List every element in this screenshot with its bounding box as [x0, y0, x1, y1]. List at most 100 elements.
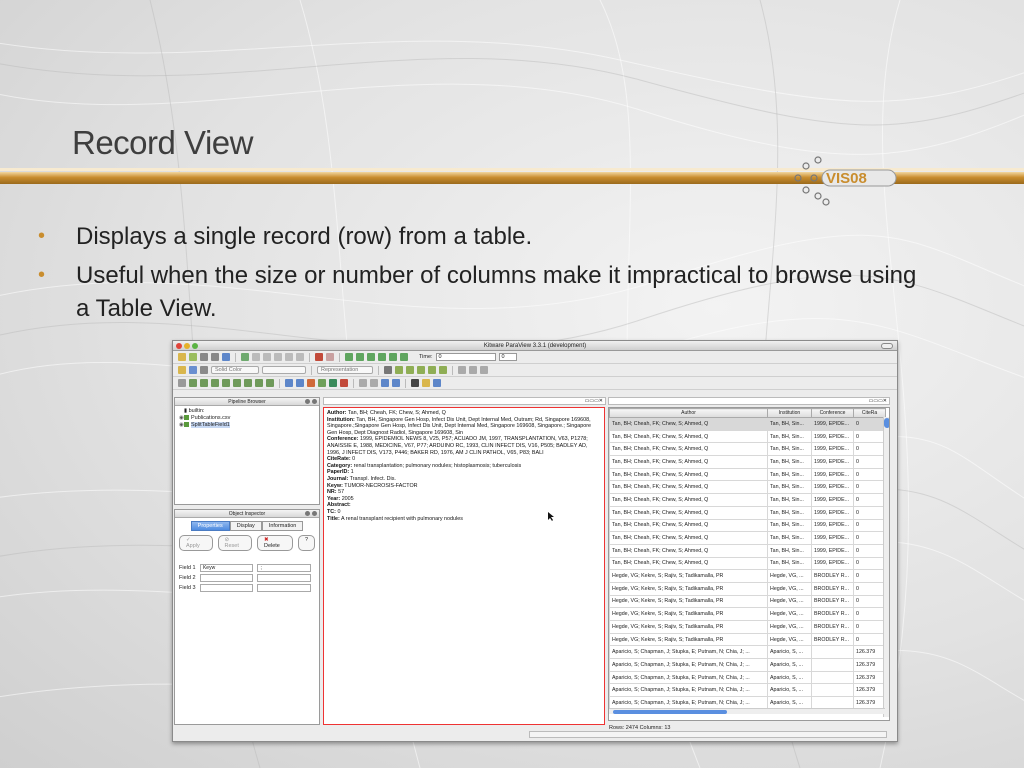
view-plus-z-icon[interactable]	[439, 366, 447, 374]
glyph-filter-icon[interactable]	[244, 379, 252, 387]
view-plus-y-icon[interactable]	[417, 366, 425, 374]
table-row[interactable]: Aparicio, S; Chapman, J; Stupka, E; Putn…	[609, 670, 886, 685]
table-row[interactable]: Tan, BH; Cheah, FK; Chew, S; Ahmed, Q Tan…	[609, 455, 886, 469]
representation-select[interactable]: Representation	[317, 366, 373, 374]
field-2-delimiter-input[interactable]	[257, 574, 312, 582]
next-frame-icon[interactable]	[378, 353, 386, 361]
field-2-name-input[interactable]	[199, 574, 254, 582]
load-state-icon[interactable]	[211, 353, 219, 361]
scroll-thumb[interactable]	[884, 418, 889, 428]
field-1-name-input[interactable]: Keyw	[199, 564, 254, 572]
table-row[interactable]: Tan, BH; Cheah, FK; Chew, S; Ahmed, Q Tan…	[609, 531, 886, 545]
table-view[interactable]: Author Institution Conference CiteRa Tan…	[608, 407, 890, 721]
pick-center-icon[interactable]	[296, 353, 304, 361]
group-datasets-icon[interactable]	[285, 379, 293, 387]
show-center-icon[interactable]	[469, 366, 477, 374]
close-pane-button[interactable]	[312, 511, 317, 516]
delete-button[interactable]: ✖ Delete	[256, 535, 293, 551]
bar-chart-view-icon[interactable]	[307, 379, 315, 387]
table-row[interactable]: Tan, BH; Cheah, FK; Chew, S; Ahmed, Q Tan…	[609, 467, 886, 482]
extract-subset-icon[interactable]	[233, 379, 241, 387]
play-icon[interactable]	[367, 353, 375, 361]
help-icon[interactable]	[222, 353, 230, 361]
view-minus-x-icon[interactable]	[406, 366, 414, 374]
help-button[interactable]: ?	[297, 535, 315, 551]
scroll-thumb[interactable]	[613, 710, 727, 714]
table-row[interactable]: Tan, BH; Cheah, FK; Chew, S; Ahmed, Q Tan…	[609, 493, 886, 507]
window-horizontal-scrollbar[interactable]	[529, 731, 887, 738]
table-row[interactable]: Tan, BH; Cheah, FK; Chew, S; Ahmed, Q Tan…	[609, 480, 886, 495]
rotate-center-icon[interactable]	[480, 366, 488, 374]
table-view-icon[interactable]	[340, 379, 348, 387]
apply-button[interactable]: ✓ Apply	[179, 535, 213, 551]
reset-camera-icon[interactable]	[384, 366, 392, 374]
table-row[interactable]: Aparicio, S; Chapman, J; Stupka, E; Putn…	[609, 645, 886, 660]
first-frame-icon[interactable]	[345, 353, 353, 361]
toolbar-toggle-button[interactable]	[881, 343, 893, 349]
extract-level-icon[interactable]	[296, 379, 304, 387]
previous-frame-icon[interactable]	[356, 353, 364, 361]
pipeline-item-builtin[interactable]: ▮ builtin:	[175, 408, 319, 415]
line-chart-view-icon[interactable]	[318, 379, 326, 387]
record-view[interactable]: Author: Tan, BH; Cheah, FK; Chew, S; Ahm…	[323, 407, 605, 725]
record-view-icon[interactable]	[433, 379, 441, 387]
table-row[interactable]: Tan, BH; Cheah, FK; Chew, S; Ahmed, Q Tan…	[609, 505, 886, 520]
split-table-icon[interactable]	[381, 379, 389, 387]
reset-range-icon[interactable]	[200, 366, 208, 374]
table-row[interactable]: Tan, BH; Cheah, FK; Chew, S; Ahmed, Q Tan…	[609, 518, 886, 533]
table-row[interactable]: Hegde, VG; Kekre, S; Rajiv, S; Tadikamal…	[609, 569, 886, 583]
slice-filter-icon[interactable]	[211, 379, 219, 387]
interact-icon[interactable]	[241, 353, 249, 361]
color-by-select[interactable]: Solid Color	[211, 366, 259, 374]
table-row[interactable]: Tan, BH; Cheah, FK; Chew, S; Ahmed, Q Tan…	[609, 442, 886, 457]
table-row[interactable]: Aparicio, S; Chapman, J; Stupka, E; Putn…	[609, 658, 886, 672]
edit-color-map-icon[interactable]	[189, 366, 197, 374]
component-select[interactable]	[262, 366, 306, 374]
table-row[interactable]: Tan, BH; Cheah, FK; Chew, S; Ahmed, Q Tan…	[609, 417, 886, 431]
plot-view-icon[interactable]	[411, 379, 419, 387]
database-icon[interactable]	[392, 379, 400, 387]
center-axes-icon[interactable]	[458, 366, 466, 374]
float-pane-button[interactable]	[305, 399, 310, 404]
table-row[interactable]: Aparicio, S; Chapman, J; Stupka, E; Putn…	[609, 683, 886, 698]
calculator-filter-icon[interactable]	[178, 379, 186, 387]
column-header-conference[interactable]: Conference	[811, 408, 854, 418]
reset-button[interactable]: ⊘ Reset	[217, 535, 252, 551]
histogram-icon[interactable]	[329, 379, 337, 387]
table-row[interactable]: Hegde, VG; Kekre, S; Rajiv, S; Tadikamal…	[609, 607, 886, 621]
table-horizontal-scrollbar[interactable]	[609, 708, 885, 714]
select-cells-icon[interactable]	[252, 353, 260, 361]
view-minus-y-icon[interactable]	[428, 366, 436, 374]
tab-properties[interactable]: Properties	[190, 521, 230, 531]
table-row[interactable]: Hegde, VG; Kekre, S; Rajiv, S; Tadikamal…	[609, 620, 886, 634]
last-frame-icon[interactable]	[389, 353, 397, 361]
annotation-icon[interactable]	[422, 379, 430, 387]
tab-display[interactable]: Display	[229, 521, 262, 531]
undo-icon[interactable]	[315, 353, 323, 361]
field-1-delimiter-input[interactable]: ;	[257, 564, 312, 572]
column-header-institution[interactable]: Institution	[767, 408, 812, 418]
threshold-filter-icon[interactable]	[222, 379, 230, 387]
select-points-icon[interactable]	[263, 353, 271, 361]
select-frustum-icon[interactable]	[274, 353, 282, 361]
contour-filter-icon[interactable]	[189, 379, 197, 387]
minimize-window-button[interactable]	[184, 343, 190, 349]
pipeline-item-publications[interactable]: ◉ Publications.csv	[175, 415, 319, 422]
select-block-icon[interactable]	[285, 353, 293, 361]
open-file-icon[interactable]	[178, 353, 186, 361]
table-row[interactable]: Tan, BH; Cheah, FK; Chew, S; Ahmed, Q Tan…	[609, 543, 886, 558]
pipeline-item-split-table-field[interactable]: ◉ SplitTableField1	[175, 422, 319, 429]
table-row[interactable]: Tan, BH; Cheah, FK; Chew, S; Ahmed, Q Tan…	[609, 429, 886, 444]
float-pane-button[interactable]	[305, 511, 310, 516]
view-split-controls[interactable]: ▭▭▭✕	[585, 398, 603, 404]
close-pane-button[interactable]	[312, 399, 317, 404]
time-index-spinbox[interactable]: 0	[498, 353, 517, 361]
view-plus-x-icon[interactable]	[395, 366, 403, 374]
warp-filter-icon[interactable]	[266, 379, 274, 387]
column-header-citerate[interactable]: CiteRa	[853, 408, 886, 418]
field-3-delimiter-input[interactable]	[257, 584, 312, 592]
zoom-window-button[interactable]	[192, 343, 198, 349]
redo-icon[interactable]	[326, 353, 334, 361]
table-row[interactable]: Hegde, VG; Kekre, S; Rajiv, S; Tadikamal…	[609, 632, 886, 647]
tree-layout-icon[interactable]	[370, 379, 378, 387]
